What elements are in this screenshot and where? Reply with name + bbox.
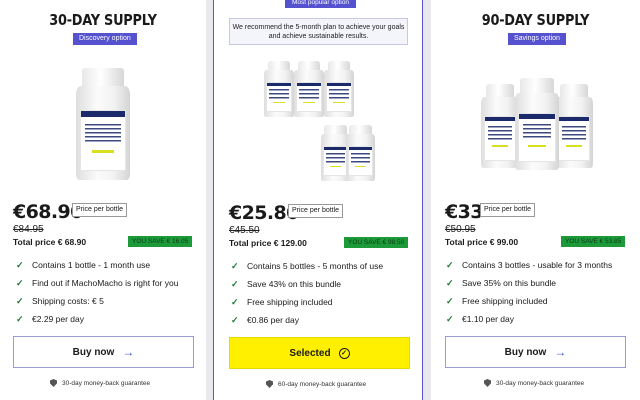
- bottle-image: [324, 61, 354, 117]
- arrow-right-icon: →: [554, 345, 567, 359]
- feature-text: €2.29 per day: [32, 314, 84, 324]
- feature-item: ✓ €0.86 per day: [231, 315, 383, 333]
- buy-now-button[interactable]: Buy now →: [13, 336, 194, 368]
- plan-tag: Discovery option: [73, 33, 137, 45]
- check-icon: ✓: [16, 260, 24, 270]
- feature-item: ✓ Contains 1 bottle - 1 month use: [16, 260, 178, 278]
- plan-title: 30-DAY SUPPLY: [49, 11, 157, 29]
- feature-item: ✓ Contains 5 bottles - 5 months of use: [231, 261, 383, 279]
- bottle-image: [346, 125, 375, 181]
- bottle-image: [515, 78, 559, 170]
- feature-text: Contains 3 bottles - usable for 3 months: [462, 260, 613, 270]
- selected-button[interactable]: Selected ✓: [229, 337, 410, 369]
- feature-text: Free shipping included: [247, 297, 333, 307]
- check-icon: ✓: [231, 315, 239, 325]
- feature-list: ✓ Contains 5 bottles - 5 months of use ✓ S…: [231, 261, 383, 333]
- bottle-image: [481, 84, 519, 168]
- feature-item: ✓ Save 43% on this bundle: [231, 279, 383, 297]
- feature-list: ✓ Contains 3 bottles - usable for 3 month…: [446, 260, 612, 332]
- old-price: €50.95: [445, 224, 476, 235]
- plan-title: 90-DAY SUPPLY: [481, 11, 590, 29]
- product-image-1-bottle: [76, 68, 130, 180]
- product-image-3-bottles: [481, 78, 593, 170]
- guarantee-note: 30-day money-back guarantee: [484, 379, 584, 387]
- arrow-right-icon: →: [122, 345, 135, 359]
- check-icon: ✓: [231, 297, 239, 307]
- pricing-row: 30-DAY SUPPLY Discovery option €68.90 Pr…: [0, 0, 640, 400]
- savings-badge: YOU SAVE € 53.85: [561, 236, 626, 247]
- feature-text: Save 43% on this bundle: [247, 279, 342, 289]
- check-icon: ✓: [446, 260, 454, 270]
- feature-item: ✓ Find out if MachoMacho is right for you: [16, 278, 178, 296]
- feature-text: €0.86 per day: [247, 315, 299, 325]
- old-price: €45.50: [229, 225, 260, 236]
- card-gap: [423, 0, 431, 400]
- plan-card-30-day[interactable]: 30-DAY SUPPLY Discovery option €68.90 Pr…: [0, 0, 206, 400]
- total-price: Total price € 99.00: [445, 237, 519, 247]
- feature-text: Contains 5 bottles - 5 months of use: [247, 261, 384, 271]
- button-label: Buy now: [504, 346, 547, 358]
- guarantee-note: 60-day money-back guarantee: [266, 380, 366, 388]
- old-price: €84.95: [13, 224, 44, 235]
- button-label: Selected: [289, 347, 331, 359]
- feature-text: €1.10 per day: [462, 314, 514, 324]
- feature-text: Contains 1 bottle - 1 month use: [32, 260, 151, 270]
- price-per-bottle-label: Price per bottle: [480, 203, 536, 217]
- savings-badge: YOU SAVE € 98.50: [344, 237, 409, 248]
- plan-card-90-day[interactable]: 90-DAY SUPPLY Savings option €33 Price p…: [431, 0, 640, 400]
- check-circle-icon: ✓: [338, 347, 350, 359]
- check-icon: ✓: [446, 278, 454, 288]
- check-icon: ✓: [231, 279, 239, 289]
- plan-card-5-month[interactable]: Most popular option We recommend the 5-m…: [213, 0, 423, 400]
- feature-item: ✓ €1.10 per day: [446, 314, 612, 332]
- guarantee-text: 30-day money-back guarantee: [62, 379, 151, 387]
- shield-icon: [50, 379, 57, 387]
- shield-icon: [266, 380, 273, 388]
- savings-badge: YOU SAVE € 16.05: [128, 236, 193, 247]
- guarantee-text: 30-day money-back guarantee: [496, 379, 585, 387]
- feature-item: ✓ Free shipping included: [231, 297, 383, 315]
- feature-list: ✓ Contains 1 bottle - 1 month use ✓ Find o…: [16, 260, 178, 332]
- feature-text: Shipping costs: € 5: [32, 296, 104, 306]
- bottle-image: [76, 68, 130, 180]
- check-icon: ✓: [16, 314, 24, 324]
- check-icon: ✓: [16, 296, 24, 306]
- feature-item: ✓ Free shipping included: [446, 296, 612, 314]
- plan-price: €33: [445, 201, 483, 223]
- buy-now-button[interactable]: Buy now →: [445, 336, 626, 368]
- check-icon: ✓: [446, 314, 454, 324]
- total-price: Total price € 129.00: [229, 238, 307, 248]
- most-popular-tag: Most popular option: [285, 0, 356, 8]
- price-per-bottle-label: Price per bottle: [72, 203, 128, 217]
- bottle-image: [294, 61, 324, 117]
- bottle-image: [264, 61, 294, 117]
- feature-item: ✓ Contains 3 bottles - usable for 3 month…: [446, 260, 612, 278]
- guarantee-note: 30-day money-back guarantee: [50, 379, 150, 387]
- check-icon: ✓: [231, 261, 239, 271]
- shield-icon: [484, 379, 491, 387]
- check-icon: ✓: [16, 278, 24, 288]
- total-price: Total price € 68.90: [13, 237, 87, 247]
- card-gap: [206, 0, 213, 400]
- price-per-bottle-label: Price per bottle: [288, 204, 344, 218]
- check-icon: ✓: [446, 296, 454, 306]
- feature-item: ✓ €2.29 per day: [16, 314, 178, 332]
- guarantee-text: 60-day money-back guarantee: [278, 380, 367, 388]
- product-image-5-bottles: [264, 61, 375, 183]
- feature-item: ✓ Shipping costs: € 5: [16, 296, 178, 314]
- feature-text: Free shipping included: [462, 296, 548, 306]
- recommendation-note: We recommend the 5-month plan to achieve…: [229, 18, 408, 45]
- feature-text: Save 35% on this bundle: [462, 278, 557, 288]
- bottle-image: [555, 84, 593, 168]
- feature-text: Find out if MachoMacho is right for you: [32, 278, 179, 288]
- feature-item: ✓ Save 35% on this bundle: [446, 278, 612, 296]
- button-label: Buy now: [72, 346, 115, 358]
- plan-tag: Savings option: [508, 33, 566, 45]
